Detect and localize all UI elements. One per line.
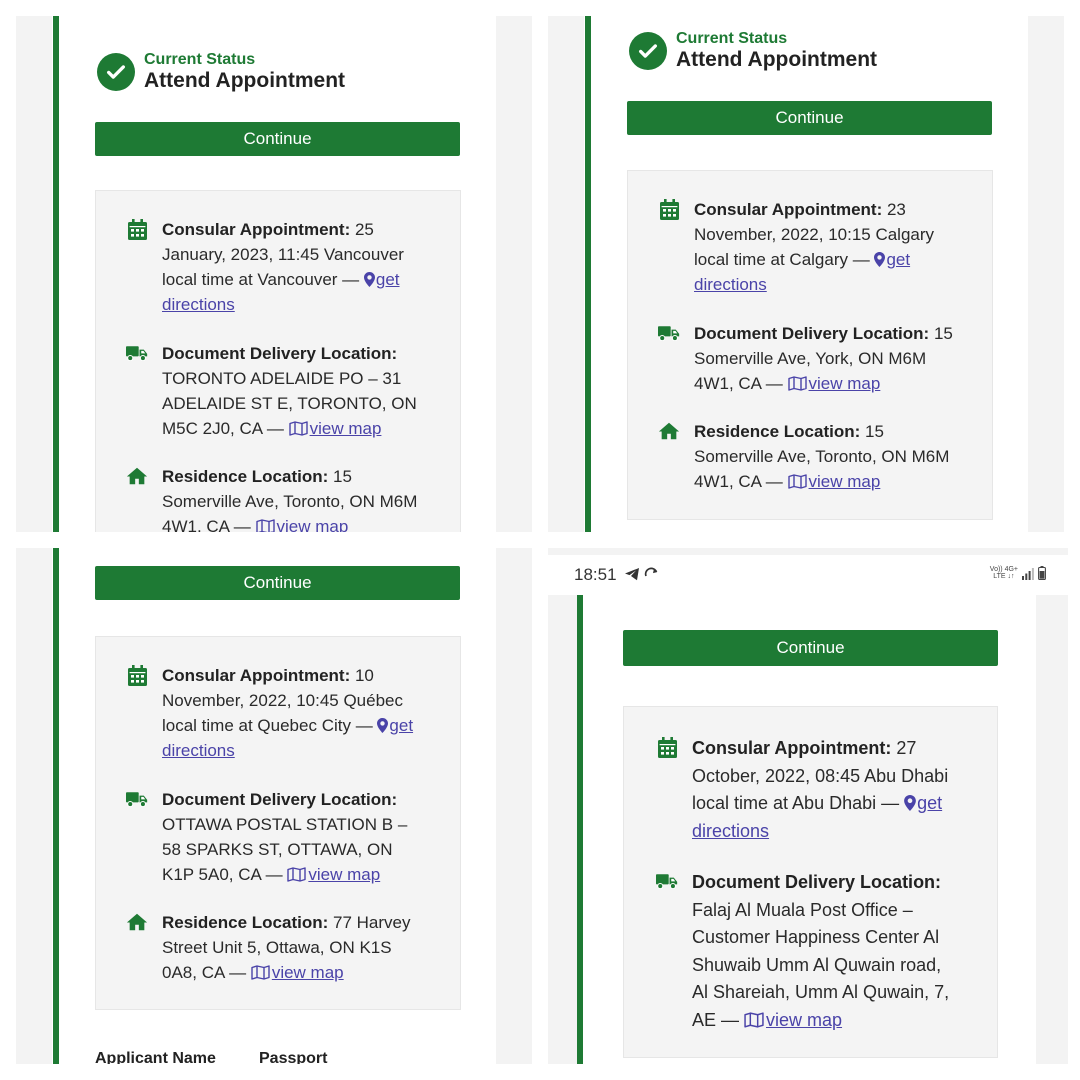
document-delivery-item: Document Delivery Location: 15 Somervill… <box>658 321 958 396</box>
map-icon <box>787 376 807 391</box>
continue-button[interactable]: Continue <box>627 101 992 135</box>
consular-appointment-item: Consular Appointment: 27 October, 2022, … <box>656 735 956 845</box>
status-timeline-bar <box>577 594 583 1064</box>
network-type-top: Vo)) 4G+ <box>989 566 1018 573</box>
residence-location-item: Residence Location: 77 Harvey Street Uni… <box>126 910 426 985</box>
appointment-label: Consular Appointment: <box>162 666 351 685</box>
view-map-link[interactable]: view map <box>787 472 881 491</box>
calendar-icon <box>126 218 148 240</box>
screenshot-panel-4: Continue Consular Appointment: 27 Octobe… <box>548 548 1068 1064</box>
view-map-label: view map <box>271 963 344 982</box>
view-map-label: view map <box>766 1009 843 1030</box>
view-map-link[interactable]: view map <box>251 963 344 982</box>
status-clock: 18:51 <box>574 565 617 584</box>
view-map-link[interactable]: view map <box>288 419 382 438</box>
view-map-link[interactable]: view map <box>744 1010 842 1030</box>
residence-label: Residence Location: <box>162 467 329 486</box>
document-delivery-item: Document Delivery Location: OTTAWA POSTA… <box>126 787 426 887</box>
status-value: Attend Appointment <box>144 69 346 92</box>
delivery-label: Document Delivery Location: <box>694 324 930 343</box>
view-map-link[interactable]: view map <box>255 517 349 532</box>
residence-label: Residence Location: <box>694 422 861 441</box>
view-map-link[interactable]: view map <box>287 865 380 884</box>
status-label: Current Status <box>676 30 788 47</box>
home-icon <box>126 465 148 487</box>
truck-icon <box>658 322 680 344</box>
delivery-label: Document Delivery Location: <box>162 344 398 363</box>
document-delivery-item: Document Delivery Location: TORONTO ADEL… <box>126 341 426 441</box>
document-delivery-item: Document Delivery Location: Falaj Al Mua… <box>656 869 956 1034</box>
appointment-label: Consular Appointment: <box>694 200 883 219</box>
status-timeline-bar <box>585 16 591 532</box>
status-timeline-bar <box>53 548 59 1064</box>
current-status: Current Status Attend Appointment <box>629 30 877 72</box>
appointment-label: Consular Appointment: <box>162 220 351 239</box>
view-map-label: view map <box>276 517 349 532</box>
map-pin-icon <box>874 252 886 267</box>
truck-icon <box>126 342 148 364</box>
consular-appointment-item: Consular Appointment: 25 January, 2023, … <box>126 217 426 317</box>
residence-location-item: Residence Location: 15 Somerville Ave, T… <box>126 464 426 532</box>
map-pin-icon <box>377 718 389 733</box>
truck-icon <box>126 788 148 810</box>
home-icon <box>658 420 680 442</box>
view-map-label: view map <box>808 374 881 393</box>
status-label: Current Status <box>144 51 256 68</box>
sync-icon <box>644 567 658 577</box>
phone-status-bar: 18:51 Vo)) 4G+ LTE ↓↑ <box>548 555 1068 595</box>
delivery-label: Document Delivery Location: <box>162 790 398 809</box>
view-map-label: view map <box>308 865 381 884</box>
status-value: Attend Appointment <box>676 48 878 71</box>
signal-icon <box>1022 568 1034 580</box>
current-status: Current Status Attend Appointment <box>97 51 345 93</box>
map-icon <box>255 519 275 532</box>
network-type-bottom: LTE ↓↑ <box>993 573 1015 580</box>
calendar-icon <box>658 198 680 220</box>
network-indicators: Vo)) 4G+ LTE ↓↑ <box>990 566 1046 580</box>
map-icon <box>787 474 807 489</box>
appointment-label: Consular Appointment: <box>692 738 892 758</box>
passport-header: Passport <box>259 1050 328 1064</box>
applicant-name-header: Applicant Name <box>95 1050 216 1064</box>
continue-button[interactable]: Continue <box>95 122 460 156</box>
consular-appointment-item: Consular Appointment: 23 November, 2022,… <box>658 197 958 297</box>
map-icon <box>287 867 307 882</box>
check-circle-icon <box>629 32 667 70</box>
delivery-label: Document Delivery Location: <box>692 872 942 892</box>
view-map-label: view map <box>808 472 881 491</box>
view-map-label: view map <box>309 419 382 438</box>
appointment-details: Consular Appointment: 10 November, 2022,… <box>95 636 461 1010</box>
screenshot-panel-2: Current Status Attend Appointment Contin… <box>548 16 1064 532</box>
continue-button[interactable]: Continue <box>623 630 998 666</box>
map-pin-icon <box>363 272 375 287</box>
calendar-icon <box>126 664 148 686</box>
appointment-details: Consular Appointment: 23 November, 2022,… <box>627 170 993 520</box>
consular-appointment-item: Consular Appointment: 10 November, 2022,… <box>126 663 426 763</box>
truck-icon <box>656 870 678 892</box>
screenshot-panel-1: Current Status Attend Appointment Contin… <box>16 16 532 532</box>
telegram-icon <box>625 568 639 581</box>
map-icon <box>288 421 308 436</box>
status-timeline-bar <box>53 16 59 532</box>
map-pin-icon <box>904 795 916 811</box>
screenshot-panel-3: Continue Consular Appointment: 10 Novemb… <box>16 548 532 1064</box>
map-icon <box>251 965 270 980</box>
residence-location-item: Residence Location: 15 Somerville Ave, T… <box>658 419 958 494</box>
view-map-link[interactable]: view map <box>787 374 881 393</box>
check-circle-icon <box>97 53 135 91</box>
appointment-details: Consular Appointment: 25 January, 2023, … <box>95 190 461 532</box>
continue-button[interactable]: Continue <box>95 566 460 600</box>
home-icon <box>126 911 148 933</box>
calendar-icon <box>656 736 678 758</box>
battery-icon <box>1038 566 1046 580</box>
residence-label: Residence Location: <box>162 913 329 932</box>
appointment-details: Consular Appointment: 27 October, 2022, … <box>623 706 998 1058</box>
map-icon <box>744 1011 764 1028</box>
